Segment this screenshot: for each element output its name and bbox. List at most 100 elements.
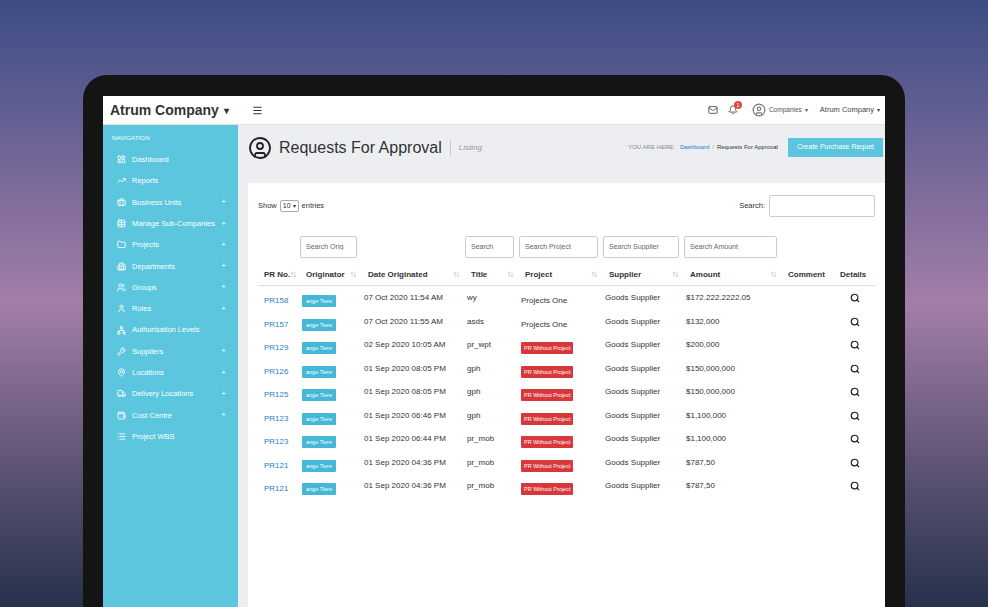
- sidebar-item[interactable]: Delivery Locations+: [103, 383, 238, 404]
- sidebar-item[interactable]: Groups+: [103, 277, 238, 298]
- column-header[interactable]: Project: [519, 269, 603, 281]
- project-cell: Projects One: [521, 320, 567, 329]
- breadcrumb-separator: /: [712, 143, 714, 152]
- details-magnifier-icon[interactable]: [850, 340, 860, 350]
- project-cell: Projects One: [521, 296, 567, 305]
- details-magnifier-icon[interactable]: [850, 387, 860, 397]
- pr-number-link[interactable]: PR158: [264, 296, 288, 305]
- amount-cell: $172.222.2222.05: [684, 292, 782, 304]
- pr-number-link[interactable]: PR125: [264, 390, 288, 399]
- column-header[interactable]: Title: [465, 269, 519, 281]
- details-magnifier-icon[interactable]: [850, 411, 860, 421]
- pr-number-link[interactable]: PR157: [264, 320, 288, 329]
- sidebar-item[interactable]: Project WBS: [103, 426, 238, 447]
- notification-badge: 1: [734, 101, 742, 109]
- table-row: PR121ange Tiere01 Sep 2020 04:36 PMpr_mo…: [258, 451, 875, 475]
- main-content: Requests For ApprovalListingYOU ARE HERE…: [238, 125, 885, 607]
- sidebar-item[interactable]: Departments+: [103, 255, 238, 276]
- table-row: PR157ange Tiere07 Oct 2020 11:55 AMasdsP…: [258, 310, 875, 334]
- details-magnifier-icon[interactable]: [850, 434, 860, 444]
- sidebar-item[interactable]: Business Units +: [103, 192, 238, 213]
- sidebar-item-label: Dashboard: [132, 154, 226, 165]
- search-input[interactable]: [769, 195, 875, 217]
- column-filter-input[interactable]: [603, 236, 679, 258]
- pr-number-link[interactable]: PR129: [264, 343, 288, 352]
- title-cell: gph: [465, 363, 519, 375]
- sidebar-item[interactable]: Projects +: [103, 234, 238, 255]
- sort-icon: [507, 271, 514, 278]
- column-filter-input[interactable]: [519, 236, 598, 258]
- column-header[interactable]: Date Originated: [362, 269, 465, 281]
- details-magnifier-icon[interactable]: [850, 458, 860, 468]
- expand-toggle[interactable]: +: [221, 305, 226, 313]
- top-bar: Atrum Company▾ 1 Companies▾ Atrum Company▾: [103, 96, 885, 125]
- column-header[interactable]: PR No.: [258, 269, 300, 281]
- table-row: PR123ange Tiere01 Sep 2020 06:44 PMpr_mo…: [258, 427, 875, 451]
- amount-cell: $787,50: [684, 480, 782, 492]
- column-header[interactable]: Amount: [684, 269, 782, 281]
- amount-cell: $787,50: [684, 457, 782, 469]
- companies-menu[interactable]: Companies▾: [752, 103, 808, 117]
- sidebar-item-label: Roles: [132, 303, 215, 314]
- column-filter-input[interactable]: [300, 236, 357, 258]
- pr-number-link[interactable]: PR123: [264, 414, 288, 423]
- sidebar-item-label: Cost Centre: [132, 410, 215, 421]
- sidebar-item-label: Projects: [132, 239, 215, 250]
- amount-cell: $150,000,000: [684, 363, 782, 375]
- pr-number-link[interactable]: PR121: [264, 461, 288, 470]
- expand-toggle[interactable]: +: [221, 198, 226, 206]
- amount-cell: $1,100,000: [684, 433, 782, 445]
- details-magnifier-icon[interactable]: [850, 364, 860, 374]
- date-cell: 01 Sep 2020 04:36 PM: [362, 457, 465, 469]
- brand-caret: ▾: [224, 103, 229, 118]
- expand-toggle[interactable]: +: [221, 369, 226, 377]
- column-filter-input[interactable]: [684, 236, 777, 258]
- brand-menu[interactable]: Atrum Company▾: [103, 100, 238, 121]
- expand-toggle[interactable]: +: [221, 283, 226, 291]
- sidebar-item[interactable]: Dashboard: [103, 149, 238, 170]
- sidebar-item[interactable]: Suppliers+: [103, 341, 238, 362]
- sidebar-item-icon: [117, 389, 126, 398]
- expand-toggle[interactable]: +: [221, 390, 226, 398]
- sidebar-item-icon: [117, 283, 126, 292]
- sidebar-item-icon: [117, 155, 126, 164]
- sidebar-item[interactable]: Locations+: [103, 362, 238, 383]
- expand-toggle[interactable]: +: [221, 262, 226, 270]
- mail-icon[interactable]: [708, 105, 718, 115]
- notifications[interactable]: 1: [728, 105, 738, 115]
- sidebar-item[interactable]: Cost Centre +: [103, 405, 238, 426]
- column-header[interactable]: Supplier: [603, 269, 684, 281]
- sidebar-item-label: Business Units: [132, 197, 215, 208]
- page-size-select[interactable]: 10▾: [280, 200, 299, 212]
- account-menu[interactable]: Atrum Company▾: [820, 104, 880, 115]
- breadcrumb-item[interactable]: Dashboard: [680, 143, 709, 152]
- pr-number-link[interactable]: PR126: [264, 367, 288, 376]
- date-cell: 01 Sep 2020 06:46 PM: [362, 410, 465, 422]
- tablet-frame: Atrum Company▾1Companies▾Atrum Company▾N…: [83, 75, 905, 607]
- expand-toggle[interactable]: +: [221, 411, 226, 419]
- amount-cell: $150,000,000: [684, 386, 782, 398]
- expand-toggle[interactable]: +: [221, 220, 226, 228]
- sidebar-item[interactable]: Authorisation Levels: [103, 319, 238, 340]
- column-filter-input[interactable]: [465, 236, 514, 258]
- details-magnifier-icon[interactable]: [850, 317, 860, 327]
- sidebar-item-icon: [117, 219, 126, 228]
- create-purchase-request-button[interactable]: Create Purchase Requet: [788, 138, 883, 157]
- originator-badge: ange Tiere: [302, 319, 336, 331]
- amount-cell: $1,100,000: [684, 410, 782, 422]
- expand-toggle[interactable]: +: [221, 347, 226, 355]
- sidebar-item-label: Reports: [132, 175, 226, 186]
- column-header[interactable]: Originator: [300, 269, 362, 281]
- details-magnifier-icon[interactable]: [850, 481, 860, 491]
- details-magnifier-icon[interactable]: [850, 293, 860, 303]
- expand-toggle[interactable]: +: [221, 241, 226, 249]
- sidebar-item[interactable]: Reports: [103, 170, 238, 191]
- sidebar-item[interactable]: Manage Sub-Companies+: [103, 213, 238, 234]
- table-card: Show10▾entriesSearch:PR No.OriginatorDat…: [248, 183, 885, 607]
- page-subtitle: Listing: [459, 142, 482, 154]
- pr-number-link[interactable]: PR123: [264, 437, 288, 446]
- pr-number-link[interactable]: PR121: [264, 484, 288, 493]
- sidebar-item[interactable]: Roles +: [103, 298, 238, 319]
- hamburger-icon[interactable]: [252, 105, 263, 116]
- sidebar-item-icon: [117, 198, 126, 207]
